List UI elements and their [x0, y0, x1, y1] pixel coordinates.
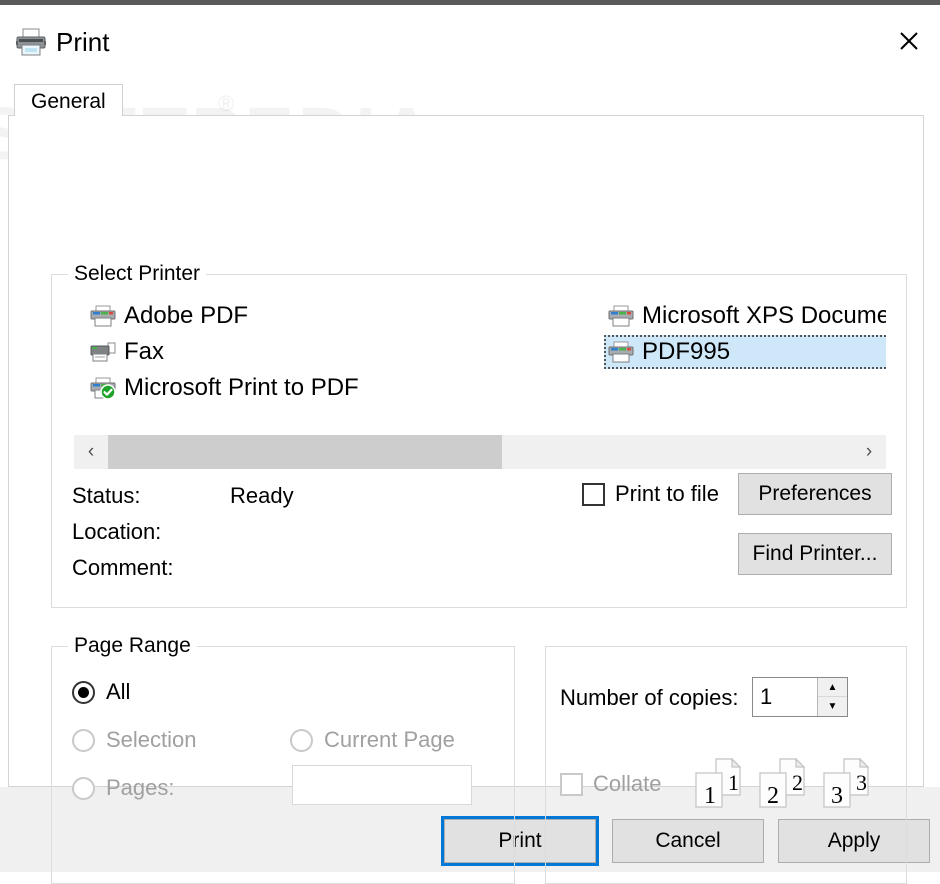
page-title: Print [56, 27, 110, 57]
chevron-down-icon[interactable]: ▼ [818, 697, 847, 716]
svg-text:2: 2 [792, 770, 803, 795]
radio-indicator [72, 776, 95, 800]
stepper-buttons[interactable]: ▲ ▼ [817, 678, 847, 716]
printer-icon [90, 305, 116, 327]
printer-item-fax[interactable]: Fax [86, 335, 466, 369]
chevron-right-icon[interactable]: › [852, 435, 886, 469]
svg-text:3: 3 [856, 770, 867, 795]
radio-indicator [72, 680, 95, 704]
print-to-file-label: Print to file [615, 481, 719, 506]
watermark-registered-mark: ® [218, 91, 235, 116]
printer-name: Adobe PDF [124, 302, 249, 329]
chevron-left-icon[interactable]: ‹ [74, 435, 108, 469]
radio-selection-label: Selection [106, 727, 197, 752]
svg-text:1: 1 [728, 770, 739, 795]
comment-label: Comment: [72, 555, 174, 580]
fax-printer-icon [90, 341, 116, 363]
radio-all-label: All [106, 679, 131, 704]
collate-preview-icon: 1 1 2 2 3 3 [694, 757, 884, 831]
checkbox-box [582, 482, 605, 506]
number-of-copies-input[interactable]: 1 [753, 678, 817, 716]
printer-icon [14, 27, 48, 57]
radio-selection[interactable]: Selection [72, 727, 197, 753]
printer-name: Fax [124, 338, 165, 365]
printer-item-microsoft-print-to-pdf[interactable]: Microsoft Print to PDF [86, 371, 466, 405]
tab-general[interactable]: General [14, 84, 123, 116]
collate-label: Collate [593, 771, 662, 796]
page-range-group: Page Range All Selection Current Page Pa… [51, 633, 515, 884]
chevron-up-icon[interactable]: ▲ [818, 678, 847, 697]
print-dialog-window: SOFTPEDIA ® Print General [0, 0, 940, 884]
radio-all[interactable]: All [72, 679, 130, 705]
scrollbar-thumb[interactable] [108, 435, 503, 469]
radio-pages-label: Pages: [106, 775, 175, 800]
number-of-copies-label: Number of copies: [560, 685, 739, 710]
printer-item-pdf995[interactable]: PDF995 [604, 335, 886, 369]
find-printer-button[interactable]: Find Printer... [738, 533, 892, 575]
radio-current-page[interactable]: Current Page [290, 727, 455, 753]
checkbox-box [560, 772, 583, 796]
printer-icon [608, 305, 634, 327]
select-printer-group: Select Printer Adobe PDF Fax Microsoft P… [51, 261, 907, 608]
printer-item-microsoft-xps-document-writer[interactable]: Microsoft XPS Document Writer [604, 299, 886, 333]
svg-text:1: 1 [704, 783, 716, 809]
printer-name: PDF995 [642, 338, 731, 365]
copies-group: Number of copies: 1 ▲ ▼ Collate 1 1 2 2 … [545, 646, 907, 884]
printer-name: Microsoft XPS Document Writer [642, 302, 886, 329]
printer-default-icon [90, 377, 116, 400]
title-bar: Print [0, 10, 940, 76]
page-range-legend: Page Range [68, 633, 197, 659]
tab-general-label: General [31, 90, 106, 113]
select-printer-legend: Select Printer [68, 261, 207, 287]
status-value: Ready [230, 483, 294, 508]
printer-icon [608, 341, 634, 363]
collate-checkbox[interactable]: Collate [560, 771, 661, 797]
svg-text:3: 3 [831, 783, 843, 809]
status-label: Status: [72, 483, 141, 508]
printer-list-horizontal-scrollbar[interactable]: ‹ › [74, 435, 886, 469]
svg-text:2: 2 [767, 783, 779, 809]
radio-current-page-label: Current Page [324, 727, 455, 752]
printer-name: Microsoft Print to PDF [124, 374, 359, 401]
number-of-copies-stepper[interactable]: 1 ▲ ▼ [752, 677, 848, 717]
printer-item-adobe-pdf[interactable]: Adobe PDF [86, 299, 466, 333]
radio-indicator [290, 728, 313, 752]
close-icon[interactable] [878, 10, 940, 72]
scrollbar-track[interactable] [108, 435, 852, 469]
pages-input[interactable] [292, 765, 472, 805]
location-label: Location: [72, 519, 162, 544]
radio-indicator [72, 728, 95, 752]
print-to-file-checkbox[interactable]: Print to file [582, 481, 719, 507]
preferences-button[interactable]: Preferences [738, 473, 892, 515]
radio-pages[interactable]: Pages: [72, 775, 175, 801]
tab-panel-general: Select Printer Adobe PDF Fax Microsoft P… [8, 115, 924, 884]
printer-list[interactable]: Adobe PDF Fax Microsoft Print to PDF Mic… [74, 299, 886, 417]
